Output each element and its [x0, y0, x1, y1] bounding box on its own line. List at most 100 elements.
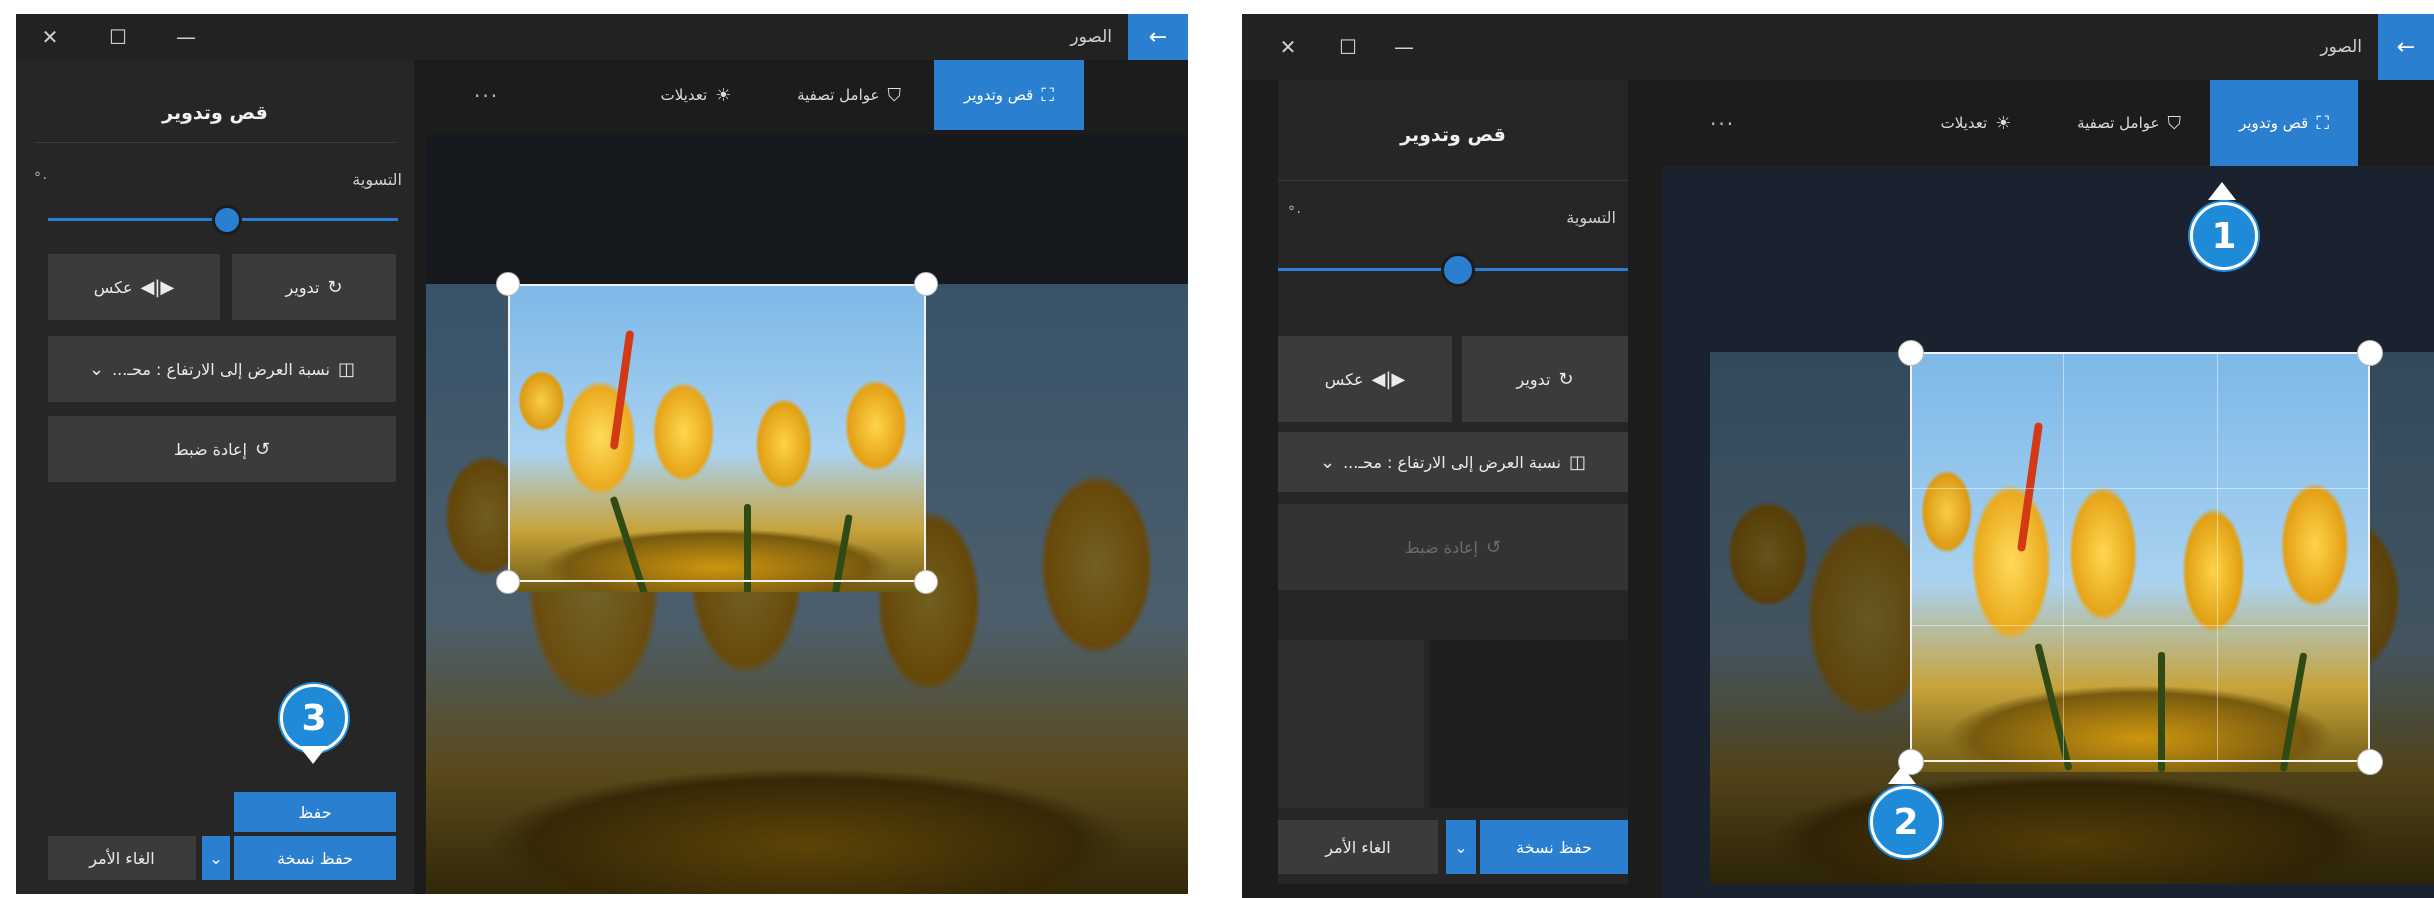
- aspect-ratio-label: نسبة العرض إلى الارتفاع : محـ...: [1343, 452, 1562, 472]
- tab-crop-rotate-label: قص وتدوير: [964, 86, 1034, 104]
- panel-title: قص وتدوير: [1400, 124, 1506, 146]
- rotate-icon: ↻: [1558, 368, 1574, 390]
- back-arrow-icon: ←: [1148, 24, 1168, 50]
- chevron-down-icon: ⌄: [1319, 451, 1336, 473]
- close-button[interactable]: ✕: [1266, 14, 1310, 80]
- photo-canvas: [426, 134, 1188, 894]
- edit-toolbar: ... ⛶ قص وتدوير ⛉ عوامل تصفية ☀ تعديلات: [1662, 80, 2434, 166]
- divider: [34, 142, 396, 143]
- tab-filters-label: عوامل تصفية: [797, 86, 880, 104]
- chevron-down-icon: ⌄: [209, 848, 223, 868]
- save-options-dropdown[interactable]: ⌄: [1446, 820, 1476, 874]
- save-copy-label: حفظ نسخة: [1516, 837, 1592, 857]
- crop-handle-top-left[interactable]: [1898, 340, 1924, 366]
- rotate-label: تدوير: [285, 277, 320, 297]
- tab-adjustments[interactable]: ☀ تعديلات: [1906, 80, 2046, 166]
- back-button[interactable]: ←: [2378, 14, 2434, 80]
- save-options-dropdown[interactable]: ⌄: [202, 836, 230, 880]
- crop-grid-line: [1910, 625, 2370, 626]
- minimize-button[interactable]: —: [164, 14, 208, 60]
- reset-button[interactable]: ↺ إعادة ضبط: [1278, 504, 1628, 590]
- reset-icon: ↺: [1485, 536, 1502, 558]
- flip-icon: ▶|◀: [1371, 368, 1406, 390]
- crop-handle-top-left[interactable]: [496, 272, 520, 296]
- flip-button[interactable]: ▶|◀ عكس: [48, 254, 220, 320]
- aspect-ratio-label: نسبة العرض إلى الارتفاع : محـ...: [112, 359, 331, 379]
- back-button[interactable]: ←: [1128, 14, 1188, 60]
- more-options-button[interactable]: ...: [474, 78, 499, 102]
- cancel-button[interactable]: الغاء الأمر: [1278, 820, 1438, 874]
- callout-number: 2: [1893, 801, 1919, 843]
- crop-rotate-panel: قص وتدوير التسوية °٠ ↻ تدوير ▶|◀ عكس ◫ ن…: [1278, 80, 1628, 884]
- straighten-slider-thumb[interactable]: [212, 205, 242, 235]
- tab-adjustments-label: تعديلات: [1940, 114, 1988, 132]
- straighten-slider-thumb[interactable]: [1441, 253, 1475, 287]
- flip-label: عكس: [93, 277, 133, 297]
- crop-handle-top-right[interactable]: [2357, 340, 2383, 366]
- panel-title: قص وتدوير: [162, 102, 268, 124]
- crop-rotate-panel: قص وتدوير التسوية °٠ ↻ تدوير ▶|◀ عكس ◫ ن…: [16, 60, 414, 894]
- more-options-button[interactable]: ...: [1710, 106, 1735, 130]
- app-title: الصور: [2320, 37, 2362, 57]
- cancel-button[interactable]: الغاء الأمر: [48, 836, 196, 880]
- crop-grid-line: [2217, 352, 2218, 762]
- cancel-label: الغاء الأمر: [89, 848, 155, 868]
- tab-adjustments[interactable]: ☀ تعديلات: [626, 60, 766, 130]
- crop-handle-bottom-left[interactable]: [496, 570, 520, 594]
- callout-pointer: [2208, 182, 2236, 200]
- minimize-button[interactable]: —: [1382, 14, 1426, 80]
- aspect-ratio-dropdown[interactable]: ◫ نسبة العرض إلى الارتفاع : محـ... ⌄: [1278, 432, 1628, 492]
- save-copy-button[interactable]: حفظ نسخة: [1480, 820, 1628, 874]
- aspect-ratio-dropdown[interactable]: ◫ نسبة العرض إلى الارتفاع : محـ... ⌄: [48, 336, 396, 402]
- reset-button[interactable]: ↺ إعادة ضبط: [48, 416, 396, 482]
- crop-handle-bottom-right[interactable]: [2357, 749, 2383, 775]
- filter-icon: ⛉: [2167, 112, 2181, 134]
- filter-icon: ⛉: [887, 84, 901, 106]
- title-bar: ✕ ☐ — الصور ←: [1242, 14, 2434, 80]
- save-button[interactable]: حفظ: [234, 792, 396, 832]
- app-title: الصور: [1070, 27, 1112, 47]
- tab-crop-rotate-label: قص وتدوير: [2239, 114, 2309, 132]
- flip-icon: ▶|◀: [140, 276, 175, 298]
- crop-icon: ⛶: [2316, 112, 2329, 134]
- flip-button[interactable]: ▶|◀ عكس: [1278, 336, 1452, 422]
- crop-frame[interactable]: [508, 284, 926, 582]
- chevron-down-icon: ⌄: [1454, 837, 1468, 857]
- callout-step-1: 1: [2190, 202, 2258, 270]
- panel-blank-area: [1278, 640, 1424, 808]
- photos-window-right: ✕ ☐ — الصور ← قص وتدوير التسوية °٠ ↻ تدو…: [1242, 14, 2434, 898]
- crop-handle-bottom-right[interactable]: [914, 570, 938, 594]
- aspect-ratio-icon: ◫: [338, 358, 356, 380]
- crop-grid-line: [1910, 488, 2370, 489]
- reset-label: إعادة ضبط: [1404, 537, 1478, 557]
- callout-number: 3: [301, 697, 327, 739]
- callout-pointer: [299, 746, 327, 764]
- save-label: حفظ: [298, 802, 332, 822]
- flip-label: عكس: [1324, 369, 1364, 389]
- maximize-button[interactable]: ☐: [1326, 14, 1370, 80]
- callout-pointer: [1888, 766, 1916, 784]
- tab-filters[interactable]: ⛉ عوامل تصفية: [2054, 80, 2204, 166]
- rotate-button[interactable]: ↻ تدوير: [1462, 336, 1628, 422]
- rotate-icon: ↻: [327, 276, 343, 298]
- crop-frame[interactable]: [1910, 352, 2370, 762]
- rotate-label: تدوير: [1516, 369, 1551, 389]
- sun-icon: ☀: [715, 84, 732, 106]
- tab-filters[interactable]: ⛉ عوامل تصفية: [774, 60, 924, 130]
- close-button[interactable]: ✕: [28, 14, 72, 60]
- straighten-value: °٠: [34, 170, 49, 186]
- tab-crop-rotate[interactable]: ⛶ قص وتدوير: [2210, 80, 2358, 166]
- rotate-button[interactable]: ↻ تدوير: [232, 254, 396, 320]
- photo-canvas: [1662, 166, 2434, 898]
- reset-icon: ↺: [254, 438, 271, 460]
- save-copy-label: حفظ نسخة: [277, 848, 353, 868]
- straighten-label: التسوية: [352, 170, 402, 189]
- tab-crop-rotate[interactable]: ⛶ قص وتدوير: [934, 60, 1084, 130]
- cancel-label: الغاء الأمر: [1325, 837, 1391, 857]
- chevron-down-icon: ⌄: [88, 358, 105, 380]
- panel-blank-area: [1430, 640, 1628, 808]
- save-copy-button[interactable]: حفظ نسخة: [234, 836, 396, 880]
- crop-icon: ⛶: [1041, 84, 1054, 106]
- crop-handle-top-right[interactable]: [914, 272, 938, 296]
- maximize-button[interactable]: ☐: [96, 14, 140, 60]
